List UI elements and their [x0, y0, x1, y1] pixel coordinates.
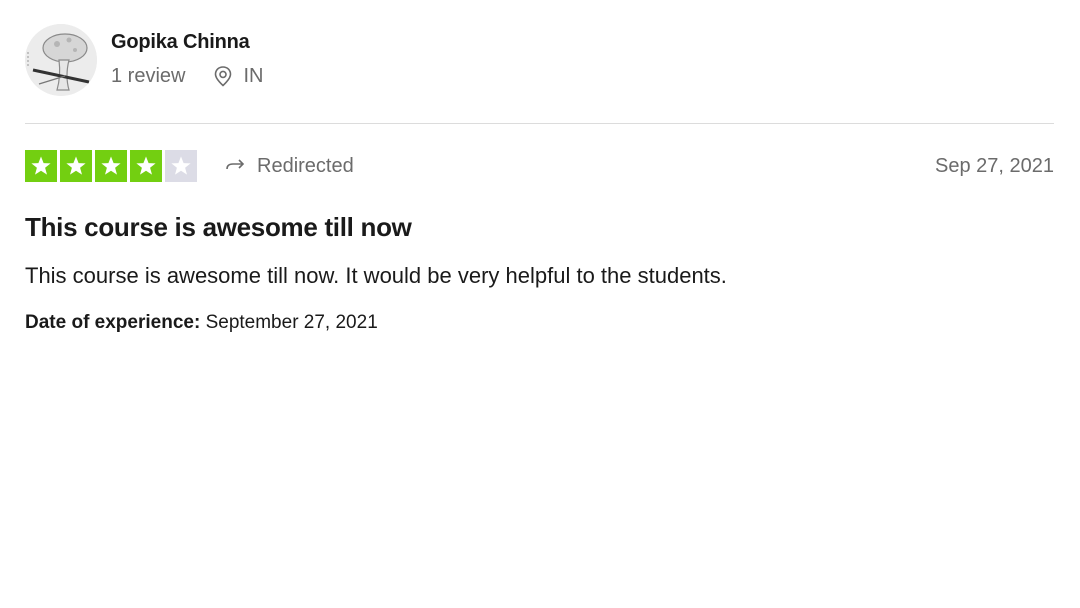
reviewer-name[interactable]: Gopika Chinna	[111, 30, 263, 54]
consumer-info: Gopika Chinna 1 review IN	[111, 24, 263, 88]
redirect-arrow-icon	[226, 159, 245, 170]
user-avatar-icon[interactable]	[25, 24, 97, 96]
review-title[interactable]: This course is awesome till now	[25, 210, 412, 244]
date-of-experience: Date of experience: September 27, 2021	[25, 310, 378, 336]
review-source-label: Redirected	[257, 154, 354, 177]
star-rating	[25, 150, 200, 182]
review-count: 1 review	[111, 65, 186, 87]
star-empty-icon	[165, 150, 197, 182]
review-body: This course is awesome till now. It woul…	[25, 263, 727, 288]
experience-date: September 27, 2021	[205, 312, 378, 333]
header-divider	[25, 123, 1054, 124]
rating-row: Redirected Sep 27, 2021	[25, 149, 1054, 183]
star-filled-icon	[60, 150, 92, 182]
reviewer-location: IN	[212, 64, 263, 88]
review-source[interactable]: Redirected	[225, 155, 354, 178]
star-filled-icon	[95, 150, 127, 182]
review-card: Gopika Chinna 1 review IN Redirected Sep…	[0, 0, 1080, 608]
reviewer-header: Gopika Chinna 1 review IN	[25, 24, 263, 96]
star-filled-icon	[25, 150, 57, 182]
reviewer-meta: 1 review IN	[111, 64, 263, 88]
location-pin-icon	[215, 66, 232, 87]
review-date: Sep 27, 2021	[935, 154, 1054, 177]
country-code: IN	[243, 65, 264, 87]
star-filled-icon	[130, 150, 162, 182]
experience-label: Date of experience:	[25, 312, 201, 333]
